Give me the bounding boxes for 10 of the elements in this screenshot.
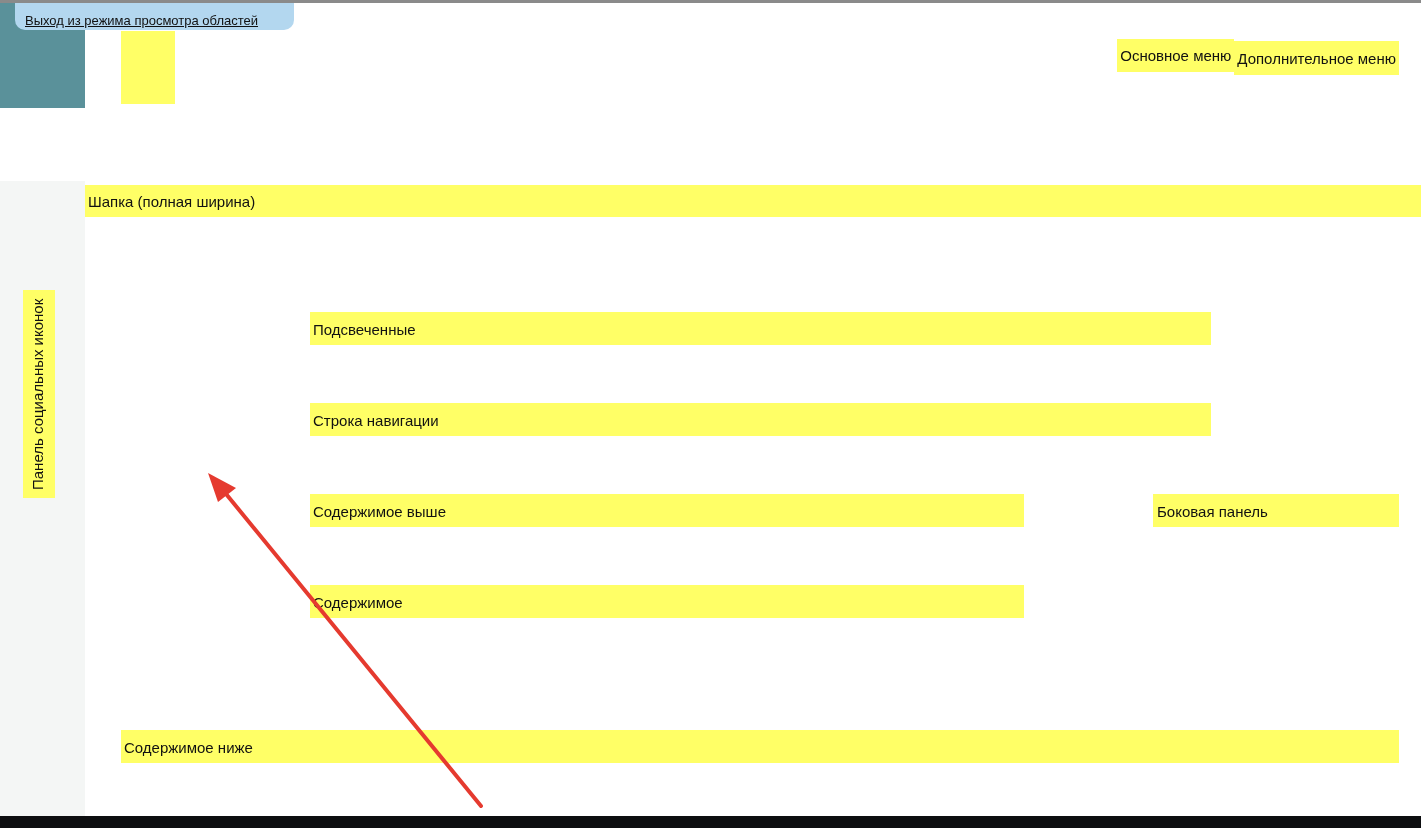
content-region: Строка навигации — [310, 403, 1211, 436]
exit-link[interactable]: Выход из режима просмотра областей — [25, 13, 258, 28]
social-panel-label: Панель социальных иконок — [23, 290, 55, 498]
header-region: Шапка (полная ширина) — [85, 185, 1421, 217]
content-region: Подсвеченные — [310, 312, 1211, 345]
content-region: Содержимое ниже — [121, 730, 1399, 763]
menu-region: Основное меню — [1117, 39, 1235, 72]
content-region: Содержимое выше — [310, 494, 1024, 527]
menu-region: Дополнительное меню — [1234, 41, 1399, 75]
sidebar-region: Боковая панель — [1153, 494, 1399, 527]
